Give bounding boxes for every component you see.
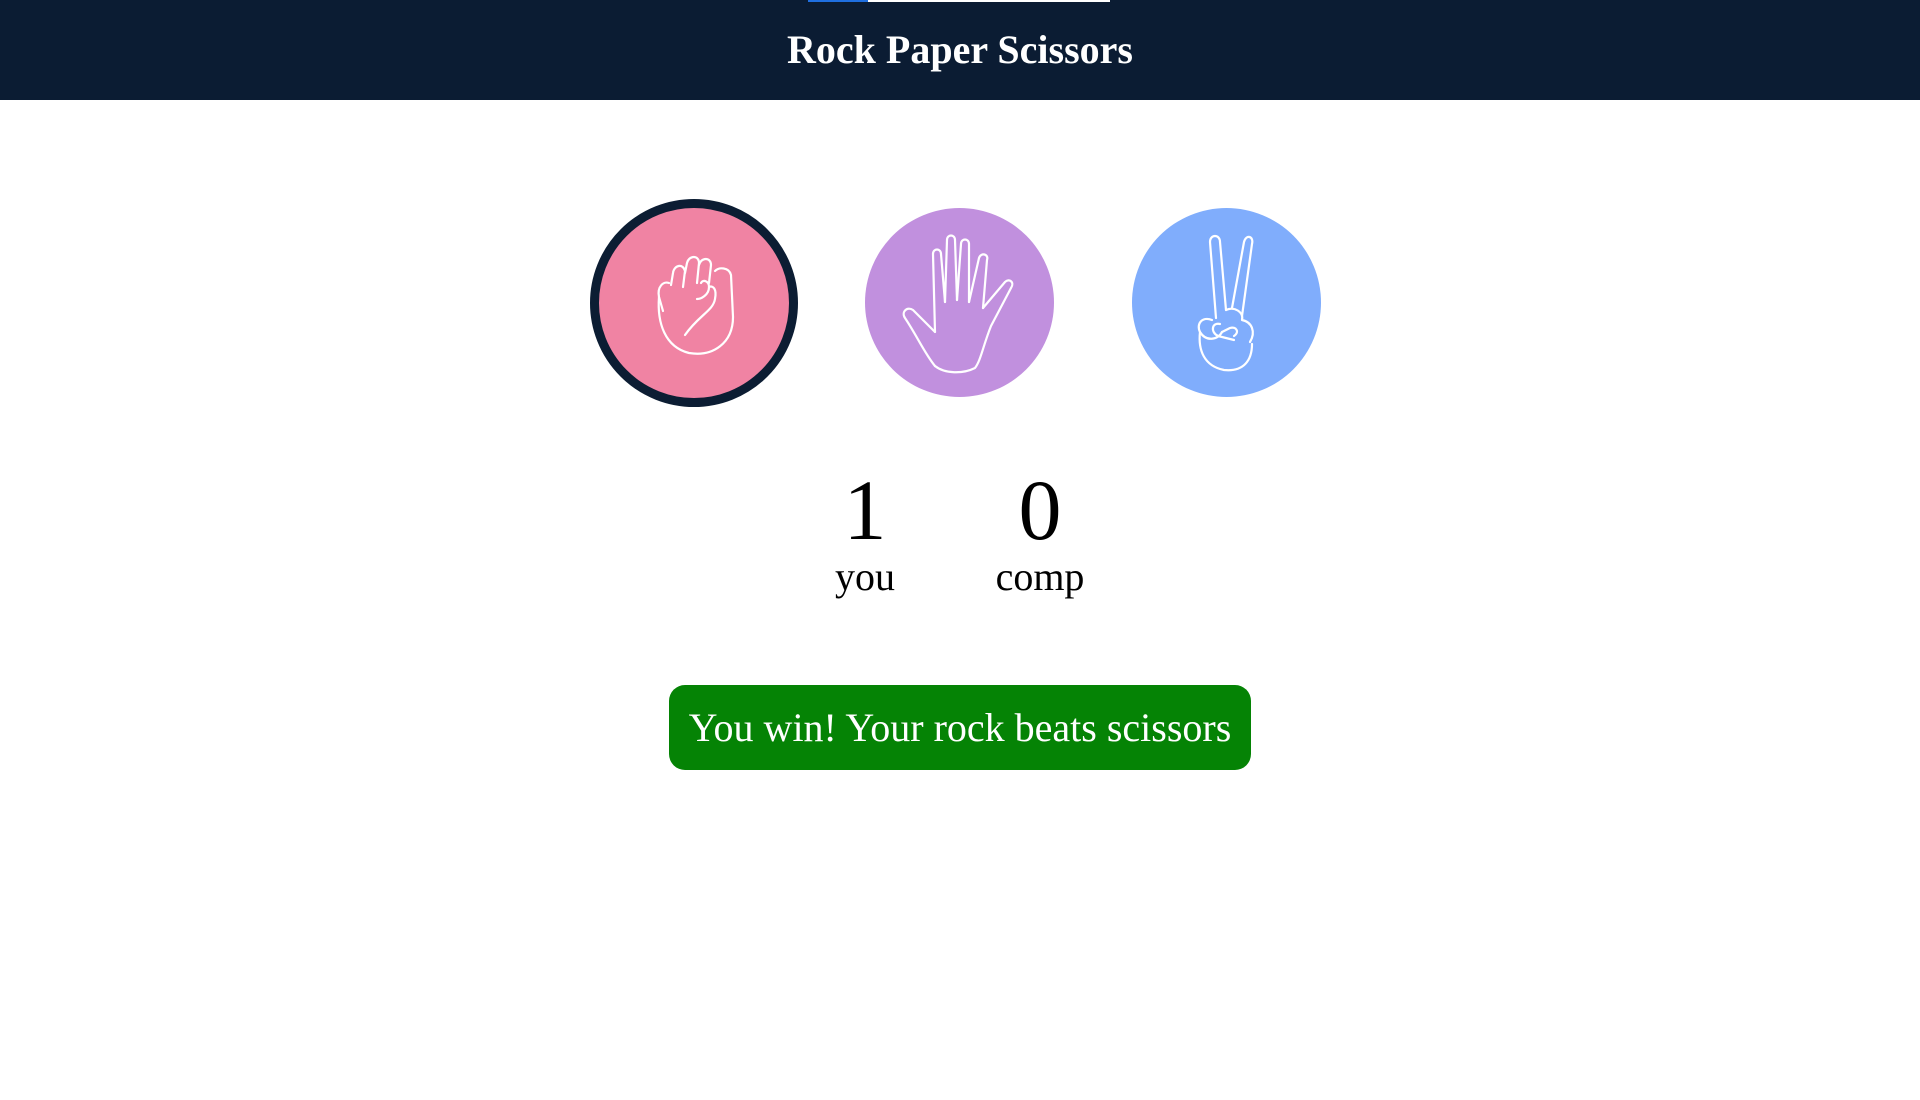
page-title: Rock Paper Scissors <box>787 27 1133 72</box>
open-hand-icon <box>902 233 1013 373</box>
app-header: Rock Paper Scissors <box>0 0 1920 100</box>
computer-score: 0 comp <box>970 465 1110 599</box>
fist-icon <box>657 255 735 355</box>
scissors-button[interactable] <box>1132 208 1321 397</box>
header-progress-fill <box>808 0 868 2</box>
peace-hand-icon <box>1197 234 1254 371</box>
player-score-label: you <box>835 554 895 599</box>
paper-button[interactable] <box>865 208 1054 397</box>
player-score: 1 you <box>800 465 930 599</box>
rock-button[interactable] <box>590 199 798 407</box>
computer-score-label: comp <box>995 554 1085 599</box>
result-message: You win! Your rock beats scissors <box>669 685 1251 770</box>
player-score-value: 1 <box>843 462 887 558</box>
computer-score-value: 0 <box>1018 462 1062 558</box>
